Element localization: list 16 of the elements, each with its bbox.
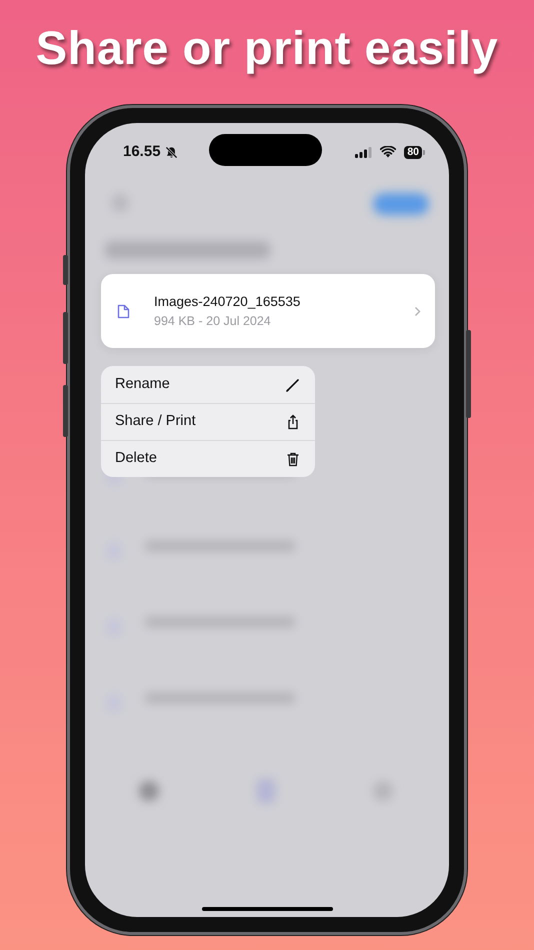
headline: Share or print easily xyxy=(34,20,500,76)
trash-icon xyxy=(285,451,301,467)
menu-item[interactable]: Share / Print xyxy=(101,403,315,440)
bell-muted-icon xyxy=(164,146,178,158)
document-icon xyxy=(117,304,130,318)
menu-item[interactable]: Delete xyxy=(101,440,315,477)
status-time: 16.55 xyxy=(123,142,161,162)
wifi-icon xyxy=(380,146,396,158)
battery-icon: 80 xyxy=(404,146,422,158)
menu-item[interactable]: Rename xyxy=(101,366,315,403)
chevron-icon xyxy=(414,306,421,316)
pencil-icon xyxy=(285,376,301,392)
file-details: 994 KB - 20 Jul 2024 xyxy=(154,312,272,330)
file-card[interactable]: Images-240720_165535 994 KB - 20 Jul 2024 xyxy=(101,274,435,348)
signal-icon xyxy=(355,146,372,158)
file-name: Images-240720_165535 xyxy=(154,292,302,311)
